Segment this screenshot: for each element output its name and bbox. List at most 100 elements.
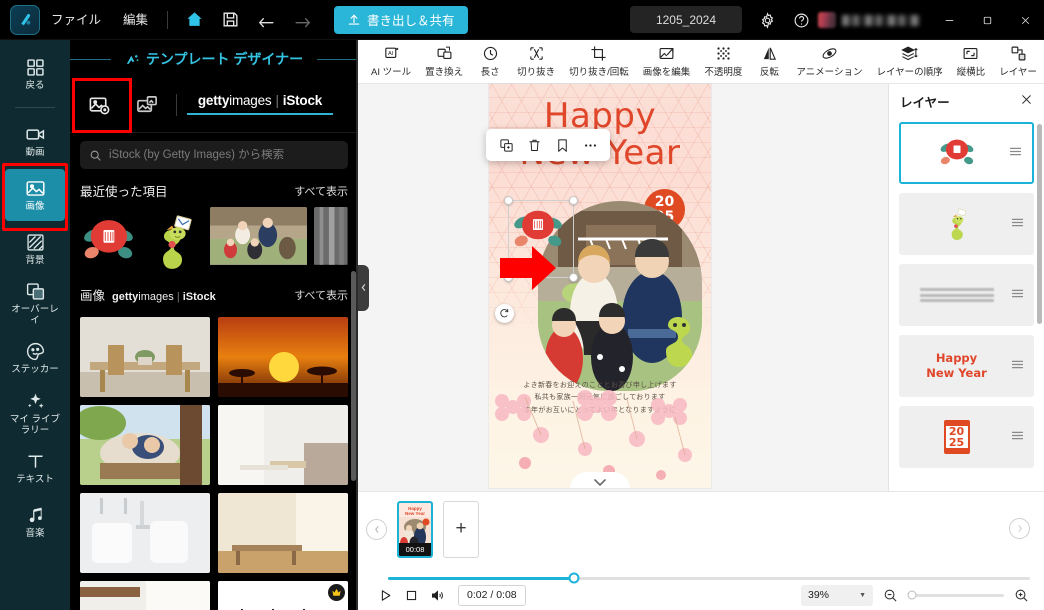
resize-handle-top-right[interactable] <box>569 196 578 205</box>
tool-flip[interactable]: 反転 <box>749 41 789 83</box>
project-name-field[interactable]: 1205_2024 <box>630 6 742 33</box>
collapse-panel-handle[interactable] <box>358 264 369 311</box>
tool-layers[interactable]: レイヤー <box>992 41 1044 83</box>
sidebar-item-my-library[interactable]: マイ ライブラリー <box>5 387 65 441</box>
sidebar-item-video[interactable]: 動画 <box>5 115 65 167</box>
zoom-slider-track[interactable] <box>907 590 1004 600</box>
layers-list[interactable]: Happy New Year 20 25 <box>889 118 1044 491</box>
stop-icon[interactable] <box>398 582 424 608</box>
sidebar-item-music[interactable]: 音楽 <box>5 497 65 549</box>
layer-row-snake[interactable] <box>899 193 1034 255</box>
sidebar-item-sticker[interactable]: ステッカー <box>5 333 65 385</box>
drag-handle-icon[interactable] <box>1008 144 1023 162</box>
close-icon[interactable] <box>1020 93 1033 109</box>
tool-ai[interactable]: AI AI ツール <box>364 41 418 83</box>
menu-edit[interactable]: 編集 <box>112 0 159 40</box>
maximize-button[interactable] <box>968 0 1006 40</box>
list-item[interactable] <box>209 207 308 269</box>
tool-label: 不透明度 <box>704 67 743 78</box>
sidebar-item-label: 動画 <box>25 146 45 158</box>
tool-animation[interactable]: アニメーション <box>789 41 869 83</box>
list-item[interactable] <box>80 405 210 485</box>
brand-istock-small: iStock <box>182 291 216 303</box>
drag-handle-icon[interactable] <box>1010 357 1025 375</box>
greeting-text[interactable]: よき新春をお迎えのこととお喜び申し上げます 私共も家族一同元気に過ごしております… <box>489 380 711 417</box>
greeting-line-1: よき新春をお迎えのこととお喜び申し上げます <box>523 382 677 389</box>
tool-crop-rotate[interactable]: 切り抜き/回転 <box>562 41 636 83</box>
tool-duration[interactable]: 長さ <box>470 41 510 83</box>
tool-edit-image[interactable]: 画像を編集 <box>636 41 698 83</box>
minimize-button[interactable] <box>930 0 968 40</box>
tool-opacity[interactable]: 不透明度 <box>697 41 749 83</box>
getty-istock-brand[interactable]: gettyimages | iStock <box>187 93 333 117</box>
panel-scroll-area[interactable]: 最近使った項目 すべて表示 画像 gettyimages | iStock すべ… <box>70 175 358 610</box>
drag-handle-icon[interactable] <box>1010 428 1025 446</box>
year-top: 20 <box>654 193 675 210</box>
tool-cutout[interactable]: 切り抜き <box>510 41 562 83</box>
sidebar-item-back[interactable]: 戻る <box>5 48 65 100</box>
tool-replace[interactable]: 置き換え <box>418 41 470 83</box>
play-icon[interactable] <box>372 582 398 608</box>
avatar[interactable] <box>818 12 836 28</box>
images-show-all[interactable]: すべて表示 <box>294 287 348 303</box>
redo-icon[interactable] <box>287 5 317 35</box>
recent-show-all[interactable]: すべて表示 <box>294 183 348 199</box>
bookmark-icon[interactable] <box>550 133 574 157</box>
ellipsis-icon[interactable] <box>578 133 602 157</box>
undo-icon[interactable] <box>251 5 281 35</box>
account-name <box>842 14 920 26</box>
resize-handle-bottom-right[interactable] <box>569 273 578 282</box>
resize-handle-top-left[interactable] <box>504 196 513 205</box>
save-icon[interactable] <box>215 5 245 35</box>
snake-thumbnail <box>951 208 966 240</box>
list-item[interactable] <box>145 207 203 275</box>
help-icon[interactable] <box>784 0 818 40</box>
list-item[interactable] <box>218 405 348 485</box>
app-logo <box>10 4 40 35</box>
layer-row-camellia[interactable] <box>899 122 1034 184</box>
list-item[interactable] <box>80 493 210 573</box>
list-item[interactable] <box>314 207 348 269</box>
list-item[interactable] <box>80 317 210 397</box>
layers-scrollbar[interactable] <box>1037 124 1042 324</box>
next-clip-button[interactable] <box>1009 518 1030 539</box>
duplicate-icon[interactable] <box>494 133 518 157</box>
layer-row-greeting-text[interactable] <box>899 264 1034 326</box>
add-clip-button[interactable]: + <box>443 500 479 558</box>
sidebar-item-image[interactable]: 画像 <box>5 169 65 221</box>
sidebar-item-text[interactable]: テキスト <box>5 443 65 495</box>
layer-row-year-seal[interactable]: 20 25 <box>899 406 1034 468</box>
image-upload-icon[interactable] <box>76 84 122 126</box>
menu-file[interactable]: ファイル <box>40 0 112 40</box>
clip-thumbnail[interactable]: Happy New Year 00:08 <box>397 500 433 558</box>
volume-icon[interactable] <box>424 582 450 608</box>
sidebar-item-background[interactable]: 背景 <box>5 223 65 275</box>
zoom-in-icon[interactable] <box>1013 587 1030 604</box>
drag-handle-icon[interactable] <box>1010 286 1025 304</box>
list-item[interactable] <box>80 207 138 275</box>
close-button[interactable] <box>1006 0 1044 40</box>
search-input[interactable] <box>109 149 339 161</box>
image-stack-icon[interactable] <box>124 84 170 126</box>
tool-aspect-ratio[interactable]: 縦横比 <box>950 41 993 83</box>
sidebar-item-overlay[interactable]: オーバーレイ <box>5 277 65 331</box>
search-box[interactable] <box>80 141 348 169</box>
list-item[interactable] <box>218 493 348 573</box>
drag-handle-icon[interactable] <box>1010 215 1025 233</box>
chevron-down-icon: ▼ <box>859 591 866 599</box>
list-item[interactable] <box>218 317 348 397</box>
list-item[interactable] <box>218 581 348 610</box>
home-icon[interactable] <box>179 5 209 35</box>
zoom-slider-knob[interactable] <box>907 590 917 600</box>
gear-icon[interactable] <box>750 0 784 40</box>
list-item[interactable] <box>80 581 210 610</box>
export-share-button[interactable]: 書き出し＆共有 <box>334 5 468 34</box>
zoom-level-select[interactable]: 39% ▼ <box>801 584 873 606</box>
tool-layer-order[interactable]: レイヤーの順序 <box>869 41 949 83</box>
layer-row-title-text[interactable]: Happy New Year <box>899 335 1034 397</box>
prev-clip-button[interactable] <box>366 518 387 540</box>
rotate-handle[interactable] <box>495 304 514 323</box>
trash-icon[interactable] <box>522 133 546 157</box>
card-expand-chevron[interactable] <box>570 472 630 488</box>
zoom-out-icon[interactable] <box>882 587 899 604</box>
